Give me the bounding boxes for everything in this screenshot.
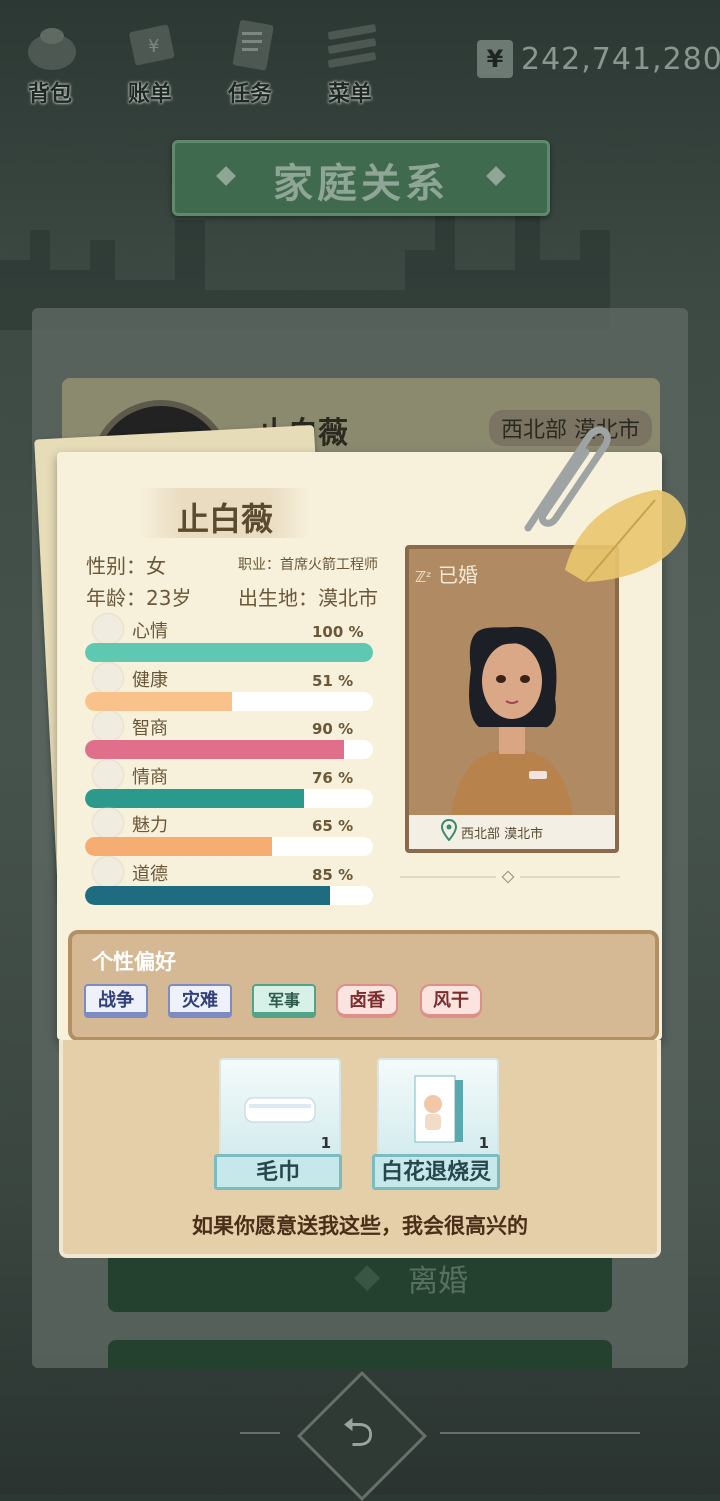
backpack-icon — [28, 28, 76, 70]
stat-bar-track — [85, 788, 373, 808]
stat-name: 智商 — [132, 718, 168, 739]
svg-text:¥: ¥ — [148, 36, 159, 57]
stat-percent: 76 % — [312, 768, 354, 787]
stat-name: 魅力 — [132, 815, 168, 836]
stat-bar-track — [85, 837, 373, 856]
stat-bar-fill — [85, 885, 330, 905]
task-icon — [232, 20, 274, 71]
backpack-label: 背包 — [27, 82, 72, 107]
stat-bar-track — [85, 740, 373, 759]
stat-bar-track — [85, 691, 373, 711]
yen-icon: ¥ — [477, 40, 513, 78]
location-pin-icon — [441, 819, 457, 841]
gift-count: 1 — [478, 1134, 489, 1152]
stat-percent: 90 % — [312, 720, 354, 738]
portrait-location-text: 西北部 漠北市 — [461, 827, 544, 842]
age-text: 年龄：23岁 — [86, 586, 192, 610]
stat-bar-fill — [85, 788, 304, 808]
divorce-label: 离婚 — [408, 1264, 468, 1299]
money-value: 242,741,280 — [521, 42, 720, 77]
stat-percent: 65 % — [312, 817, 354, 835]
stat-bar-fill — [85, 837, 273, 856]
bill-icon: ¥ — [129, 24, 175, 66]
towel-icon — [244, 1097, 316, 1123]
diamond-icon: ◆ — [354, 1256, 381, 1296]
preference-tag[interactable]: 灾难 — [168, 984, 232, 1018]
paperclip-icon — [524, 426, 611, 532]
menu-label: 菜单 — [327, 82, 372, 107]
gift-message: 如果你愿意送我这些，我会很高兴的 — [192, 1214, 528, 1238]
sparkle-icon — [93, 808, 123, 838]
profile-name: 止白薇 — [176, 500, 273, 538]
backpack-button[interactable]: 背包 — [6, 8, 94, 107]
menu-button[interactable]: 菜单 — [306, 8, 394, 107]
stat-bar-fill — [85, 643, 373, 662]
stat-bar-fill — [85, 691, 232, 711]
personality-preferences: 个性偏好 战争 灾难 军事 卤香 风干 — [68, 930, 659, 1041]
stat-bar-track — [85, 885, 373, 905]
heart-icon — [93, 662, 123, 693]
sleep-icon: ℤᶻ — [415, 568, 432, 586]
character-portrait: ℤᶻ 已婚 西北部 漠北市 — [405, 545, 619, 853]
bill-button[interactable]: ¥ 账单 — [106, 8, 194, 107]
bill-label: 账单 — [127, 82, 172, 107]
stat-percent: 100 % — [312, 623, 364, 641]
gift-name: 毛巾 — [214, 1154, 342, 1190]
preference-tag[interactable]: 卤香 — [336, 984, 398, 1018]
stat-percent: 51 % — [312, 671, 354, 690]
stat-bar-fill — [85, 740, 345, 759]
scale-icon — [93, 856, 123, 887]
money-display: ¥ 242,741,280 — [465, 40, 720, 82]
divider — [240, 1432, 280, 1434]
marital-status: ℤᶻ 已婚 — [415, 559, 478, 588]
character-figure — [449, 626, 575, 849]
return-arrow-icon: ⮌ — [341, 1410, 375, 1456]
preference-tag[interactable]: 军事 — [252, 984, 316, 1018]
divider — [440, 1432, 640, 1434]
preferences-heading: 个性偏好 — [92, 950, 176, 974]
task-label: 任务 — [227, 82, 272, 107]
gift-name: 白花退烧灵 — [372, 1154, 500, 1190]
gift-count: 1 — [320, 1134, 331, 1152]
stat-name: 健康 — [132, 669, 168, 691]
secondary-button[interactable] — [108, 1340, 612, 1370]
bulb-icon — [93, 711, 123, 741]
birthplace-text: 出生地：漠北市 — [238, 586, 378, 610]
marital-status-text: 已婚 — [438, 563, 479, 587]
smile-icon — [93, 614, 123, 644]
portrait-location-bar: 西北部 漠北市 — [409, 815, 615, 849]
job-text: 职业：首席火箭工程师 — [238, 557, 378, 573]
profile-name-banner: 止白薇 — [140, 488, 310, 538]
menu-icon — [327, 24, 377, 68]
stat-name: 道德 — [132, 863, 168, 885]
stat-percent: 85 % — [312, 865, 354, 884]
apple-icon — [93, 759, 123, 790]
preference-tag[interactable]: 战争 — [84, 984, 148, 1018]
task-button[interactable]: 任务 — [206, 8, 294, 107]
stat-name: 情商 — [132, 766, 168, 788]
medicine-box-icon — [414, 1075, 463, 1143]
divider-ornament — [400, 870, 620, 884]
stat-bar-track — [85, 643, 373, 662]
stat-name: 心情 — [132, 621, 168, 642]
gender-text: 性别：女 — [86, 554, 166, 578]
preference-tag[interactable]: 风干 — [420, 984, 482, 1018]
page-title-plate: 家庭关系 — [172, 140, 550, 216]
